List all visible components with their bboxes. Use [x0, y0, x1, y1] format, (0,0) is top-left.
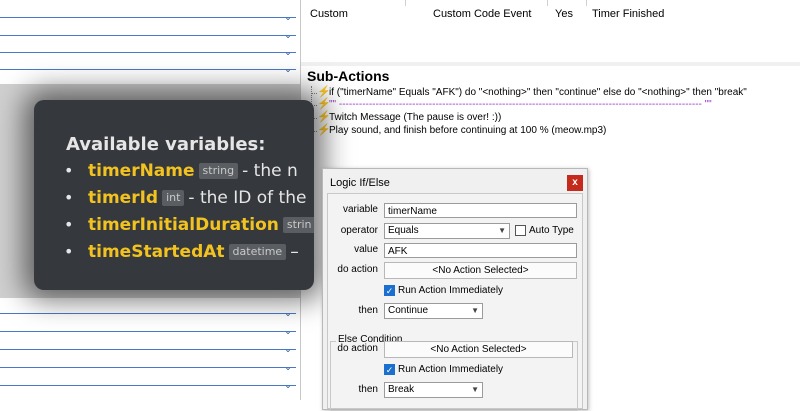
do-action-label: do action: [337, 264, 378, 275]
list-row-divider: [0, 367, 296, 368]
variable-row: • timeStartedAt datetime –: [64, 240, 299, 264]
else-do-action-label: do action: [337, 343, 378, 354]
auto-type-label: Auto Type: [529, 225, 574, 236]
bullet-icon: •: [64, 188, 74, 207]
else-then-selected: Break: [388, 384, 415, 395]
list-row-divider: [0, 331, 296, 332]
logic-if-else-dialog: Logic If/Else x variable timerName opera…: [322, 168, 588, 411]
chevron-down-icon[interactable]: ⌄: [283, 344, 293, 354]
variable-desc: - the ID of the: [188, 188, 307, 208]
else-do-action-button[interactable]: <No Action Selected>: [384, 341, 573, 358]
list-row-divider: [0, 313, 296, 314]
variable-name: timerId: [88, 188, 159, 208]
subaction-item[interactable]: ⚡Play sound, and finish before continuin…: [317, 123, 606, 137]
chevron-down-icon[interactable]: ⌄: [283, 326, 293, 336]
trigger-type-cell[interactable]: Custom: [310, 8, 348, 20]
run-immediately-checkbox[interactable]: ✓: [384, 285, 395, 296]
variable-desc: –: [290, 242, 299, 262]
variable-input[interactable]: timerName: [384, 203, 577, 218]
list-row-divider: [0, 52, 296, 53]
list-row-divider: [0, 385, 296, 386]
then-selected: Continue: [388, 305, 429, 316]
triggers-table: Custom Custom Code Event Yes Timer Finis…: [301, 0, 800, 63]
subaction-label: "" -------------------------------------…: [329, 99, 712, 110]
variable-desc: - the n: [242, 161, 298, 181]
subactions-heading: Sub-Actions: [307, 68, 390, 84]
variable-label: variable: [342, 204, 378, 215]
operator-select[interactable]: Equals ▼: [384, 223, 510, 239]
else-then-label: then: [358, 384, 378, 395]
chevron-down-icon[interactable]: ⌄: [283, 12, 293, 22]
run-immediately-label: Run Action Immediately: [398, 285, 504, 296]
lightning-bolt-icon: ⚡: [317, 124, 331, 136]
list-row-divider: [0, 35, 296, 36]
tooltip-title: Available variables:: [66, 134, 266, 155]
variable-name: timerInitialDuration: [88, 215, 279, 235]
column-separator: [586, 0, 587, 6]
else-run-immediately-checkbox[interactable]: ✓: [384, 364, 395, 375]
chevron-down-icon: ▼: [471, 385, 479, 394]
bullet-icon: •: [64, 161, 74, 180]
auto-type-checkbox[interactable]: [515, 225, 526, 236]
then-select[interactable]: Continue ▼: [384, 303, 483, 319]
chevron-down-icon[interactable]: ⌄: [283, 47, 293, 57]
subaction-item[interactable]: ⚡"" ------------------------------------…: [317, 97, 712, 111]
subaction-label: Twitch Message (The pause is over! :)): [329, 112, 502, 123]
close-button[interactable]: x: [567, 175, 583, 191]
column-separator: [547, 0, 548, 6]
pane-splitter[interactable]: [301, 62, 800, 66]
else-then-select[interactable]: Break ▼: [384, 382, 483, 398]
list-row-divider: [0, 69, 296, 70]
chevron-down-icon[interactable]: ⌄: [283, 64, 293, 74]
subaction-item[interactable]: ⚡Twitch Message (The pause is over! :)): [317, 110, 501, 124]
bullet-icon: •: [64, 215, 74, 234]
subaction-label: Play sound, and finish before continuing…: [329, 125, 607, 136]
list-row-divider: [0, 349, 296, 350]
variable-type: string: [198, 163, 239, 179]
variable-row: • timerId int - the ID of the: [64, 186, 306, 210]
chevron-down-icon[interactable]: ⌄: [283, 362, 293, 372]
bullet-icon: •: [64, 242, 74, 261]
variable-name: timeStartedAt: [88, 242, 225, 262]
variables-tooltip: Available variables: • timerName string - t…: [34, 100, 314, 290]
variable-name: timerName: [88, 161, 195, 181]
do-action-button[interactable]: <No Action Selected>: [384, 262, 577, 279]
operator-label: operator: [340, 225, 378, 236]
chevron-down-icon[interactable]: ⌄: [283, 30, 293, 40]
chevron-down-icon[interactable]: ⌄: [283, 308, 293, 318]
chevron-down-icon[interactable]: ⌄: [283, 380, 293, 390]
variable-type: strin: [282, 217, 314, 233]
lightning-bolt-icon: ⚡: [317, 111, 331, 123]
then-label: then: [358, 305, 378, 316]
trigger-name-cell[interactable]: Timer Finished: [592, 8, 664, 20]
dialog-body: variable timerName operator Equals ▼ Auto…: [327, 193, 583, 411]
value-input[interactable]: AFK: [384, 243, 577, 258]
variable-type: datetime: [228, 244, 287, 260]
chevron-down-icon: ▼: [498, 226, 506, 235]
value-label: value: [354, 244, 378, 255]
column-separator: [405, 0, 406, 6]
operator-selected: Equals: [388, 225, 419, 236]
list-row-divider: [0, 17, 296, 18]
dialog-title: Logic If/Else: [330, 177, 390, 189]
variable-row: • timerInitialDuration strin: [64, 213, 314, 237]
variable-row: • timerName string - the n: [64, 159, 298, 183]
chevron-down-icon: ▼: [471, 306, 479, 315]
trigger-source-cell[interactable]: Custom Code Event: [433, 8, 531, 20]
lightning-bolt-icon: ⚡: [317, 98, 331, 110]
trigger-enabled-cell[interactable]: Yes: [555, 8, 573, 20]
variable-type: int: [162, 190, 185, 206]
else-run-immediately-label: Run Action Immediately: [398, 364, 504, 375]
